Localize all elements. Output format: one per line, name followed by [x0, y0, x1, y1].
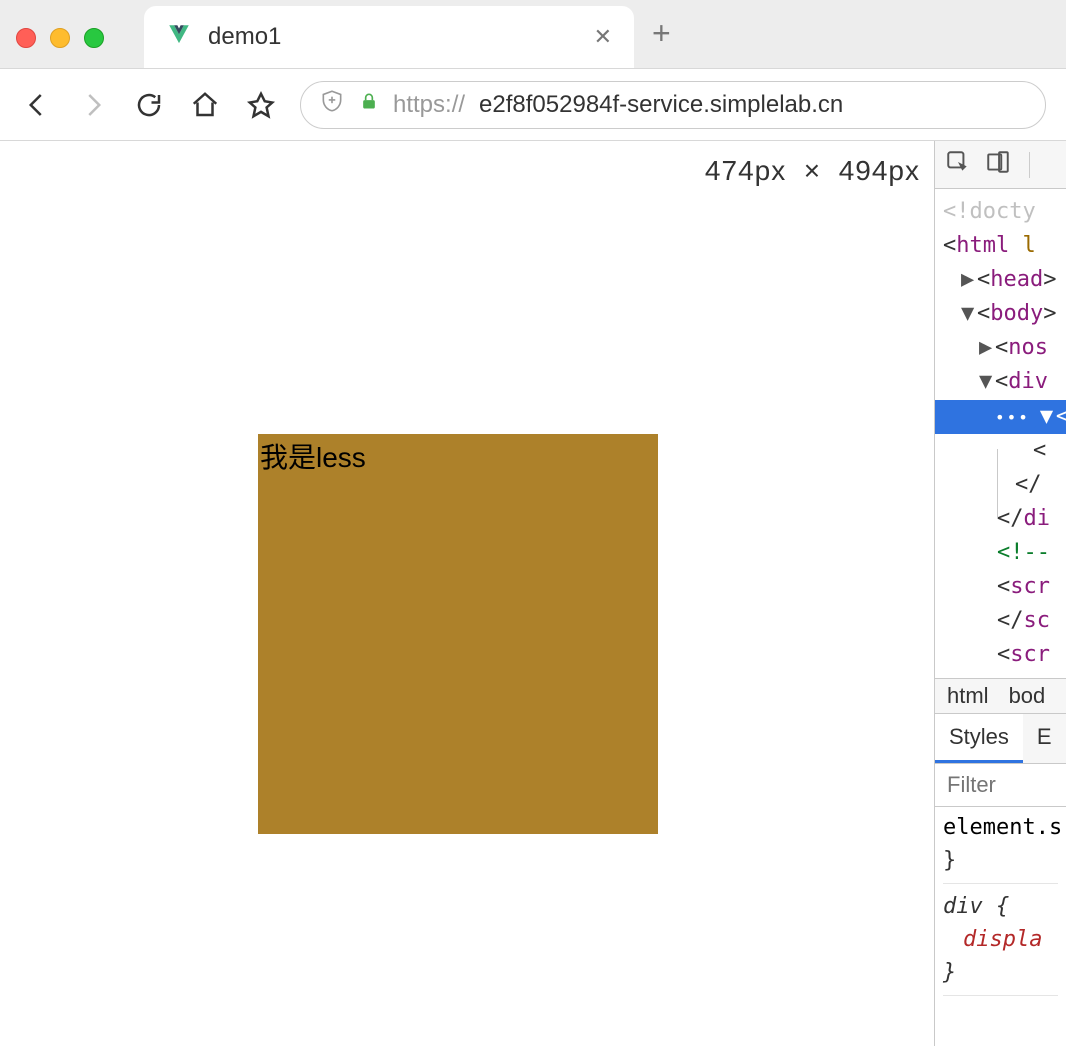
breadcrumb-body[interactable]: bod	[1009, 683, 1046, 709]
browser-toolbar: https:// e2f8f052984f-service.simplelab.c…	[0, 69, 1066, 141]
reload-button[interactable]	[132, 88, 166, 122]
dom-close-div[interactable]: </di	[943, 502, 1066, 536]
dom-breadcrumb[interactable]: html bod	[935, 678, 1066, 714]
tab-close-button[interactable]: ✕	[594, 24, 612, 50]
tab-other[interactable]: E	[1023, 714, 1066, 763]
header-divider	[1029, 152, 1030, 178]
demo-less-box: 我是less	[258, 434, 658, 834]
dom-div[interactable]: ▼<div	[943, 365, 1066, 399]
styles-filter-input[interactable]	[935, 764, 1066, 806]
browser-tab[interactable]: demo1 ✕	[144, 6, 634, 68]
content-area: 474px × 494px 我是less <!docty <html l ▶<h…	[0, 141, 1066, 1046]
breadcrumb-html[interactable]: html	[947, 683, 989, 709]
dom-html[interactable]: <html l	[943, 229, 1066, 263]
tracking-shield-icon[interactable]	[319, 88, 345, 121]
vue-favicon-icon	[166, 22, 192, 53]
dom-head[interactable]: ▶<head>	[943, 263, 1066, 297]
window-minimize-button[interactable]	[50, 28, 70, 48]
css-rules-panel[interactable]: element.s } div { displa }	[935, 807, 1066, 1006]
dom-close-inner[interactable]: </	[943, 468, 1066, 502]
window-controls	[16, 28, 104, 48]
tree-guide-line	[997, 449, 998, 519]
div-rule-block[interactable]: div { displa }	[943, 890, 1058, 996]
brace-close-1: }	[943, 844, 1058, 877]
brace-close-2: }	[943, 956, 1058, 989]
window-close-button[interactable]	[16, 28, 36, 48]
dom-tree[interactable]: <!docty <html l ▶<head> ▼<body> ▶<nos ▼<…	[935, 189, 1066, 678]
dom-script-close[interactable]: </sc	[943, 604, 1066, 638]
inspect-element-icon[interactable]	[945, 149, 971, 181]
dom-script2[interactable]: <scr	[943, 638, 1066, 672]
window-maximize-button[interactable]	[84, 28, 104, 48]
dom-doctype[interactable]: <!docty	[943, 195, 1066, 229]
devtools-header	[935, 141, 1066, 189]
dom-body[interactable]: ▼<body>	[943, 297, 1066, 331]
times-symbol: ×	[804, 155, 821, 186]
url-host: e2f8f052984f-service.simplelab.cn	[479, 91, 843, 119]
devtools-panel[interactable]: <!docty <html l ▶<head> ▼<body> ▶<nos ▼<…	[934, 141, 1066, 1046]
bookmark-star-button[interactable]	[244, 88, 278, 122]
display-property: displa	[963, 923, 1058, 956]
device-toolbar-icon[interactable]	[985, 149, 1011, 181]
tab-title: demo1	[208, 23, 578, 51]
browser-tab-strip: demo1 ✕ +	[0, 0, 1066, 69]
styles-tab-bar: Styles E	[935, 714, 1066, 764]
url-protocol: https://	[393, 91, 465, 119]
dom-noscript[interactable]: ▶<nos	[943, 331, 1066, 365]
dom-script1[interactable]: <scr	[943, 570, 1066, 604]
element-style-selector: element.s	[943, 811, 1058, 844]
styles-filter	[935, 764, 1066, 807]
tab-styles[interactable]: Styles	[935, 714, 1023, 763]
demo-box-text: 我是less	[260, 442, 366, 473]
back-button[interactable]	[20, 88, 54, 122]
viewport-height: 494px	[839, 155, 920, 186]
div-selector: div {	[943, 890, 1058, 923]
new-tab-button[interactable]: +	[652, 15, 671, 52]
home-button[interactable]	[188, 88, 222, 122]
viewport-width: 474px	[705, 155, 786, 186]
element-style-block[interactable]: element.s }	[943, 811, 1058, 884]
dom-child[interactable]: <	[943, 434, 1066, 468]
dom-comment[interactable]: <!--	[943, 536, 1066, 570]
address-bar[interactable]: https:// e2f8f052984f-service.simplelab.c…	[300, 81, 1046, 129]
forward-button[interactable]	[76, 88, 110, 122]
viewport-dimensions-label: 474px × 494px	[705, 155, 920, 187]
dom-selected-node[interactable]: •••▼<d	[935, 400, 1066, 434]
page-viewport[interactable]: 474px × 494px 我是less	[0, 141, 934, 1046]
lock-icon[interactable]	[359, 89, 379, 120]
